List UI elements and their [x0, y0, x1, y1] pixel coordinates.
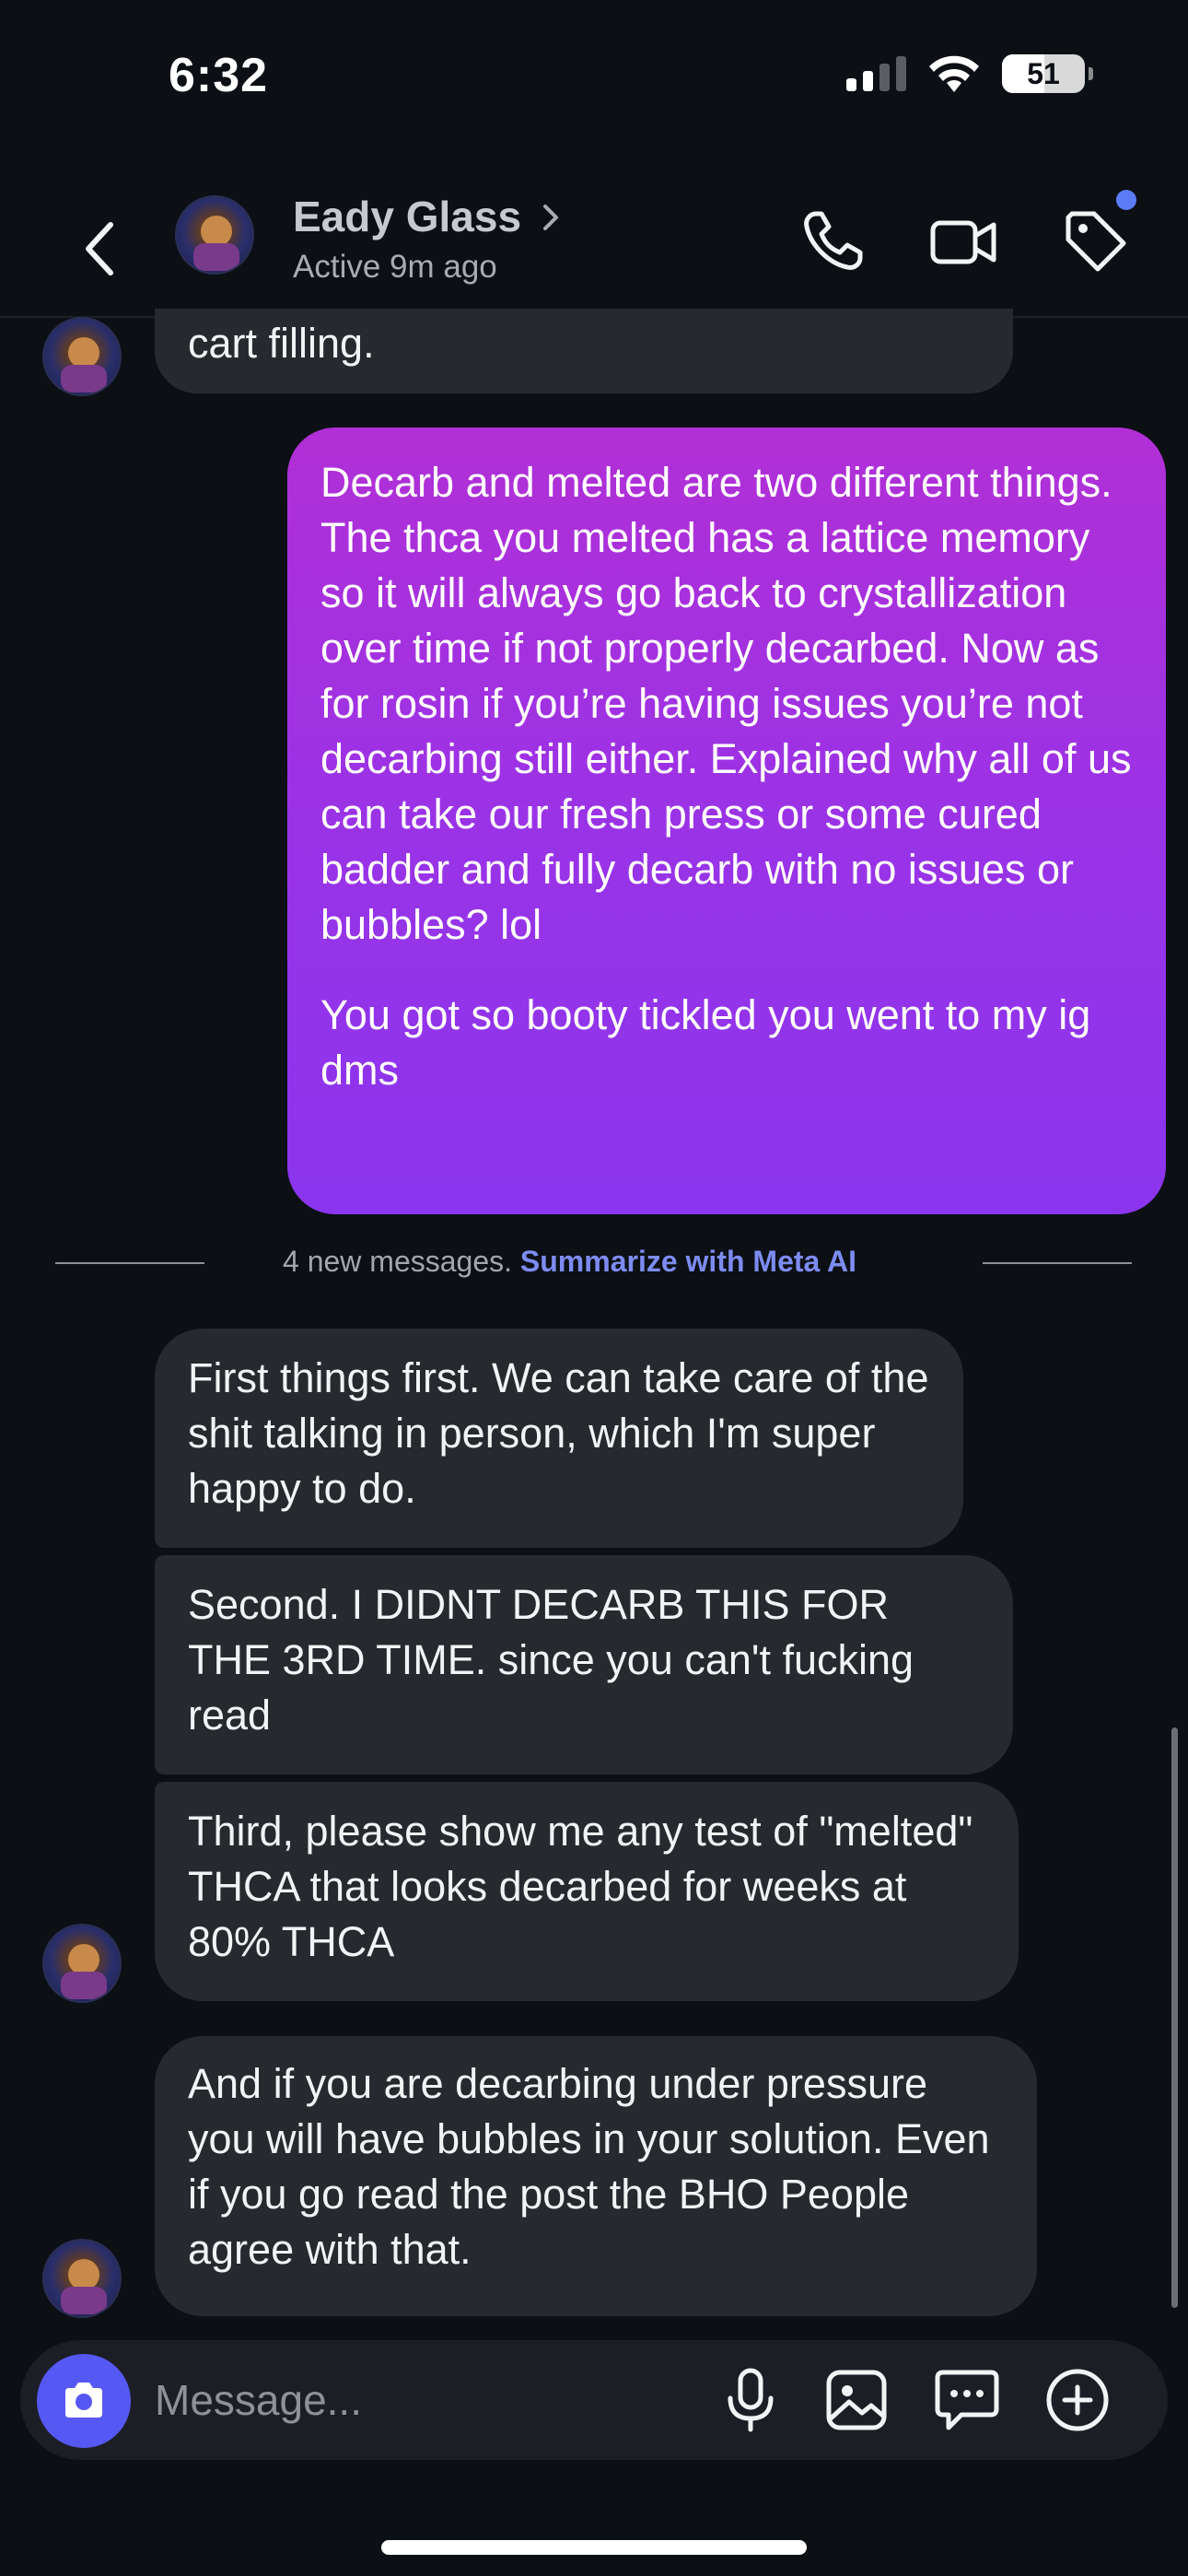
home-indicator[interactable] — [381, 2540, 807, 2555]
status-time: 6:32 — [169, 49, 269, 102]
message-text: Decarb and melted are two different thin… — [320, 459, 1144, 948]
phone-icon[interactable] — [796, 205, 869, 278]
chat-icon[interactable] — [930, 2363, 1004, 2437]
message-bubble-incoming[interactable]: Second. I DIDNT DECARB THIS FOR THE 3RD … — [155, 1555, 1013, 1774]
contact-avatar — [42, 1924, 122, 2003]
divider-line — [55, 1262, 204, 1264]
camera-button[interactable] — [37, 2354, 131, 2448]
camera-icon — [65, 2383, 102, 2418]
tag-icon[interactable] — [1059, 205, 1133, 278]
contact-avatar — [42, 2239, 122, 2318]
divider-line — [983, 1262, 1132, 1264]
battery-icon: 51 — [1002, 54, 1093, 93]
message-text: Third, please show me any test of "melte… — [188, 1808, 973, 1965]
contact-status: Active 9m ago — [293, 249, 497, 285]
scrollbar[interactable] — [1171, 1727, 1178, 2308]
message-text: First things first. We can take care of … — [188, 1354, 929, 1512]
notification-dot — [1116, 190, 1136, 210]
message-text: And if you are decarbing under pressure … — [188, 2060, 990, 2273]
wifi-icon — [929, 55, 979, 92]
message-input[interactable] — [155, 2372, 670, 2428]
message-text: cart filling. — [188, 320, 375, 367]
battery-level: 51 — [1027, 56, 1060, 90]
new-messages-count: 4 new messages. — [283, 1245, 513, 1278]
message-bubble-incoming[interactable]: And if you are decarbing under pressure … — [155, 2036, 1037, 2316]
message-bubble-outgoing[interactable]: Decarb and melted are two different thin… — [287, 427, 1166, 1214]
contact-avatar — [42, 317, 122, 396]
video-camera-icon[interactable] — [926, 205, 999, 278]
message-text: You got so booty tickled you went to my … — [320, 991, 1102, 1094]
image-icon[interactable] — [820, 2363, 893, 2437]
message-bubble-incoming[interactable]: Third, please show me any test of "melte… — [155, 1782, 1019, 2001]
message-bubble-incoming[interactable]: First things first. We can take care of … — [155, 1329, 963, 1548]
contact-avatar[interactable] — [175, 195, 254, 275]
contact-name[interactable]: Eady Glass — [293, 192, 521, 241]
new-messages-divider: 4 new messages. Summarize with Meta AI — [283, 1245, 856, 1279]
message-text: Second. I DIDNT DECARB THIS FOR THE 3RD … — [188, 1581, 914, 1739]
cellular-signal-icon — [846, 56, 906, 91]
status-icons: 51 — [846, 53, 1093, 94]
microphone-icon[interactable] — [714, 2363, 787, 2437]
chevron-right-icon[interactable] — [540, 201, 562, 234]
back-icon[interactable] — [74, 212, 129, 286]
summarize-link[interactable]: Summarize with Meta AI — [520, 1245, 856, 1278]
message-bubble-incoming[interactable]: cart filling. — [155, 309, 1013, 393]
plus-circle-icon[interactable] — [1041, 2363, 1114, 2437]
